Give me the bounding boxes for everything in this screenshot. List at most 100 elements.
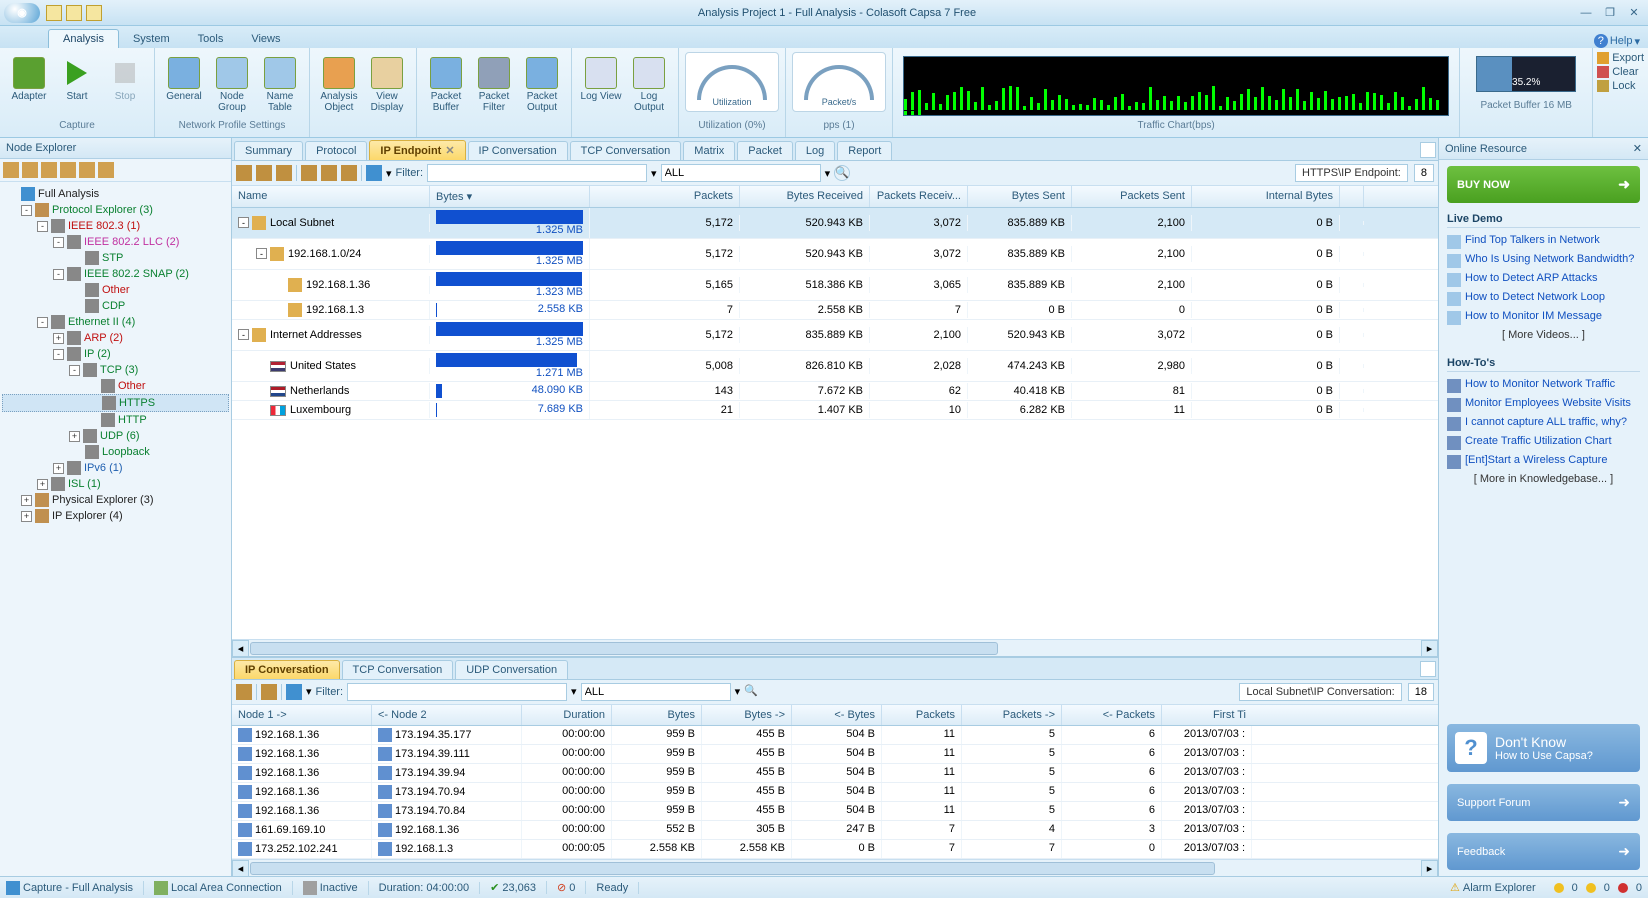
tree-node[interactable]: +UDP (6) — [2, 428, 229, 444]
main-tab[interactable]: TCP Conversation — [570, 141, 682, 160]
column-header[interactable]: Bytes Sent — [968, 186, 1072, 207]
tab-options-icon[interactable] — [1420, 142, 1436, 158]
tree-node[interactable]: -Protocol Explorer (3) — [2, 202, 229, 218]
more-kb-link[interactable]: [ More in Knowledgebase... ] — [1447, 471, 1640, 487]
qat-open-icon[interactable] — [66, 5, 82, 21]
main-tab[interactable]: Summary — [234, 141, 303, 160]
ep-tool-5[interactable] — [321, 165, 337, 181]
cv-filter-input[interactable] — [347, 683, 567, 701]
main-tab[interactable]: IP Conversation — [468, 141, 568, 160]
demo-link[interactable]: Find Top Talkers in Network — [1447, 232, 1640, 251]
howto-link[interactable]: [Ent]Start a Wireless Capture — [1447, 452, 1640, 471]
maximize-button[interactable]: ❐ — [1600, 6, 1620, 20]
minimize-button[interactable]: — — [1576, 6, 1596, 20]
tab-close-icon[interactable]: ✕ — [445, 145, 454, 157]
tab-analysis[interactable]: Analysis — [48, 29, 119, 48]
ep-tool-1[interactable] — [236, 165, 252, 181]
scroll-right-icon[interactable]: ▸ — [1421, 640, 1438, 657]
column-header[interactable]: <- Bytes — [792, 705, 882, 725]
column-header[interactable]: Packets — [882, 705, 962, 725]
ep-tool-6[interactable] — [341, 165, 357, 181]
tree-node[interactable]: CDP — [2, 298, 229, 314]
close-panel-icon[interactable]: ✕ — [1633, 142, 1642, 155]
column-header[interactable]: First Ti — [1162, 705, 1252, 725]
column-header[interactable]: Packets Receiv... — [870, 186, 968, 207]
column-header[interactable]: Node 1 -> — [232, 705, 372, 725]
conversation-row[interactable]: 192.168.1.36173.194.70.9400:00:00959 B45… — [232, 783, 1438, 802]
row-toggle-icon[interactable]: - — [256, 248, 267, 259]
tree-toggle-icon[interactable]: + — [21, 495, 32, 506]
tree-toggle-icon[interactable]: - — [53, 269, 64, 280]
howto-link[interactable]: Create Traffic Utilization Chart — [1447, 433, 1640, 452]
demo-link[interactable]: How to Detect ARP Attacks — [1447, 270, 1640, 289]
packet-output-button[interactable]: Packet Output — [519, 52, 565, 116]
name-table-button[interactable]: Name Table — [257, 52, 303, 116]
filter-input[interactable] — [427, 164, 647, 182]
clear-button[interactable]: Clear — [1597, 66, 1644, 78]
tree-node[interactable]: +IP Explorer (4) — [2, 508, 229, 524]
log-view-button[interactable]: Log View — [578, 52, 624, 116]
tree-toggle-icon[interactable]: - — [53, 237, 64, 248]
cv-filter-scope[interactable] — [581, 683, 731, 701]
demo-link[interactable]: How to Monitor IM Message — [1447, 308, 1640, 327]
packet-filter-button[interactable]: Packet Filter — [471, 52, 517, 116]
endpoint-row[interactable]: Netherlands 48.090 KB1437.672 KB6240.418… — [232, 382, 1438, 401]
cv-refresh-icon[interactable] — [286, 684, 302, 700]
tree-node[interactable]: Loopback — [2, 444, 229, 460]
demo-link[interactable]: How to Detect Network Loop — [1447, 289, 1640, 308]
app-orb-button[interactable]: ◉ — [4, 3, 40, 23]
view-display-button[interactable]: View Display — [364, 52, 410, 116]
tree-node[interactable]: -IP (2) — [2, 346, 229, 362]
help-menu[interactable]: ?Help ▾ — [1594, 34, 1640, 48]
more-videos-link[interactable]: [ More Videos... ] — [1447, 327, 1640, 343]
tree-toggle-icon[interactable]: - — [37, 221, 48, 232]
row-toggle-icon[interactable]: - — [238, 217, 249, 228]
column-header[interactable]: Packets -> — [962, 705, 1062, 725]
tree-toggle-icon[interactable]: - — [37, 317, 48, 328]
ep-tool-4[interactable] — [301, 165, 317, 181]
cv-tool-2[interactable] — [261, 684, 277, 700]
main-tab[interactable]: Packet — [737, 141, 793, 160]
tree-node[interactable]: +ISL (1) — [2, 476, 229, 492]
demo-link[interactable]: Who Is Using Network Bandwidth? — [1447, 251, 1640, 270]
tree-node[interactable]: Other — [2, 378, 229, 394]
endpoint-row[interactable]: -Local Subnet 1.325 MB5,172520.943 KB3,0… — [232, 208, 1438, 239]
search-icon[interactable]: 🔍 — [834, 165, 850, 181]
endpoint-row[interactable]: 192.168.1.36 1.323 MB5,165518.386 KB3,06… — [232, 270, 1438, 301]
tab-views[interactable]: Views — [237, 30, 294, 48]
export-button[interactable]: Export — [1597, 52, 1644, 64]
tree-node[interactable]: -IEEE 802.3 (1) — [2, 218, 229, 234]
tree-toggle-icon[interactable]: + — [53, 463, 64, 474]
panel-options-icon[interactable] — [1420, 661, 1436, 677]
ep-tool-3[interactable] — [276, 165, 292, 181]
ep-tool-2[interactable] — [256, 165, 272, 181]
tab-ip-conversation[interactable]: IP Conversation — [234, 660, 340, 679]
tree-node[interactable]: Full Analysis — [2, 186, 229, 202]
endpoint-hscroll[interactable]: ◂▸ — [232, 639, 1438, 656]
tab-udp-conversation[interactable]: UDP Conversation — [455, 660, 568, 679]
cv-search-icon[interactable]: 🔍 — [744, 684, 760, 700]
filter-scope[interactable] — [661, 164, 821, 182]
howto-link[interactable]: How to Monitor Network Traffic — [1447, 376, 1640, 395]
conversation-row[interactable]: 192.168.1.36173.194.39.9400:00:00959 B45… — [232, 764, 1438, 783]
column-header[interactable] — [1340, 186, 1364, 207]
tree-node[interactable]: -IEEE 802.2 SNAP (2) — [2, 266, 229, 282]
adapter-button[interactable]: Adapter — [6, 52, 52, 116]
tree-node[interactable]: HTTP — [2, 412, 229, 428]
tree-toggle-icon[interactable]: + — [53, 333, 64, 344]
log-output-button[interactable]: Log Output — [626, 52, 672, 116]
qat-save-icon[interactable] — [86, 5, 102, 21]
ne-tool-4[interactable] — [60, 162, 76, 178]
tree-node[interactable]: Other — [2, 282, 229, 298]
node-group-button[interactable]: Node Group — [209, 52, 255, 116]
support-forum-button[interactable]: Support Forum➜ — [1447, 784, 1640, 821]
tree-node[interactable]: +IPv6 (1) — [2, 460, 229, 476]
conversation-row[interactable]: 192.168.1.36173.194.35.17700:00:00959 B4… — [232, 726, 1438, 745]
scroll-thumb[interactable] — [250, 642, 998, 655]
stop-button[interactable]: Stop — [102, 52, 148, 116]
tree-node[interactable]: -TCP (3) — [2, 362, 229, 378]
endpoint-row[interactable]: 192.168.1.3 2.558 KB72.558 KB70 B00 B — [232, 301, 1438, 320]
lock-button[interactable]: Lock — [1597, 80, 1644, 92]
column-header[interactable]: Packets Sent — [1072, 186, 1192, 207]
tab-tools[interactable]: Tools — [184, 30, 238, 48]
